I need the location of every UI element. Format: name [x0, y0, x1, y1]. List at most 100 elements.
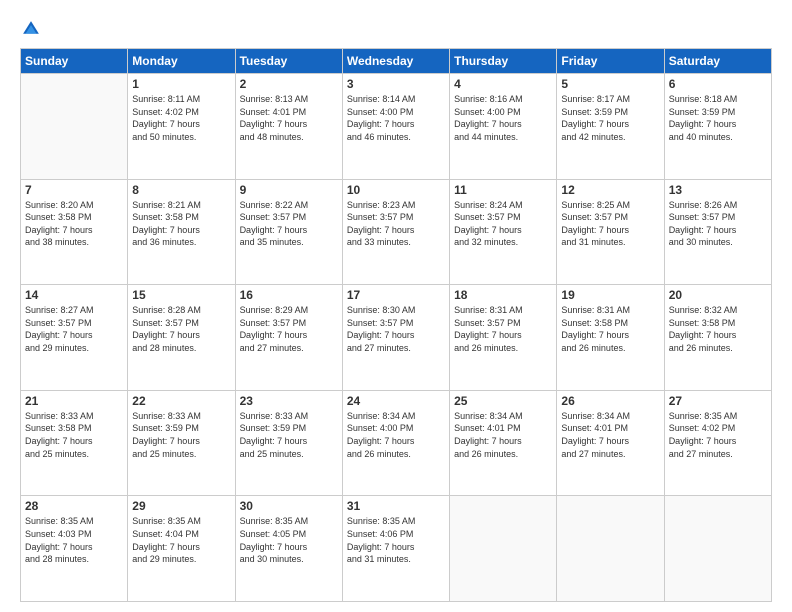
- day-cell: [450, 496, 557, 602]
- day-number: 29: [132, 499, 230, 513]
- week-row-3: 21 Sunrise: 8:33 AM Sunset: 3:58 PM Dayli…: [21, 390, 772, 496]
- day-cell: 14 Sunrise: 8:27 AM Sunset: 3:57 PM Dayli…: [21, 285, 128, 391]
- header-row: SundayMondayTuesdayWednesdayThursdayFrid…: [21, 49, 772, 74]
- day-info: Sunrise: 8:11 AM Sunset: 4:02 PM Dayligh…: [132, 93, 230, 143]
- day-cell: 23 Sunrise: 8:33 AM Sunset: 3:59 PM Dayli…: [235, 390, 342, 496]
- day-number: 31: [347, 499, 445, 513]
- day-cell: 17Sunrise: 8:30 AM Sunset: 3:57 PM Dayli…: [342, 285, 449, 391]
- day-number: 11: [454, 183, 552, 197]
- day-info: Sunrise: 8:27 AM Sunset: 3:57 PM Dayligh…: [25, 304, 123, 354]
- calendar-header: SundayMondayTuesdayWednesdayThursdayFrid…: [21, 49, 772, 74]
- header-day-friday: Friday: [557, 49, 664, 74]
- day-cell: 20 Sunrise: 8:32 AM Sunset: 3:58 PM Dayli…: [664, 285, 771, 391]
- day-info: Sunrise: 8:34 AM Sunset: 4:01 PM Dayligh…: [454, 410, 552, 460]
- day-info: Sunrise: 8:14 AM Sunset: 4:00 PM Dayligh…: [347, 93, 445, 143]
- day-number: 12: [561, 183, 659, 197]
- day-number: 21: [25, 394, 123, 408]
- header-day-wednesday: Wednesday: [342, 49, 449, 74]
- day-cell: 2 Sunrise: 8:13 AM Sunset: 4:01 PM Daylig…: [235, 74, 342, 180]
- day-number: 20: [669, 288, 767, 302]
- day-cell: 21 Sunrise: 8:33 AM Sunset: 3:58 PM Dayli…: [21, 390, 128, 496]
- day-number: 2: [240, 77, 338, 91]
- day-cell: 13 Sunrise: 8:26 AM Sunset: 3:57 PM Dayli…: [664, 179, 771, 285]
- day-cell: [664, 496, 771, 602]
- day-number: 8: [132, 183, 230, 197]
- day-cell: 1 Sunrise: 8:11 AM Sunset: 4:02 PM Daylig…: [128, 74, 235, 180]
- calendar-table: SundayMondayTuesdayWednesdayThursdayFrid…: [20, 48, 772, 602]
- day-number: 16: [240, 288, 338, 302]
- week-row-1: 7 Sunrise: 8:20 AM Sunset: 3:58 PM Daylig…: [21, 179, 772, 285]
- logo: [20, 18, 44, 40]
- header-day-saturday: Saturday: [664, 49, 771, 74]
- day-info: Sunrise: 8:33 AM Sunset: 3:59 PM Dayligh…: [132, 410, 230, 460]
- day-cell: 5 Sunrise: 8:17 AM Sunset: 3:59 PM Daylig…: [557, 74, 664, 180]
- day-number: 14: [25, 288, 123, 302]
- day-number: 13: [669, 183, 767, 197]
- day-info: Sunrise: 8:13 AM Sunset: 4:01 PM Dayligh…: [240, 93, 338, 143]
- day-number: 7: [25, 183, 123, 197]
- day-cell: 18 Sunrise: 8:31 AM Sunset: 3:57 PM Dayli…: [450, 285, 557, 391]
- day-info: Sunrise: 8:33 AM Sunset: 3:58 PM Dayligh…: [25, 410, 123, 460]
- day-info: Sunrise: 8:35 AM Sunset: 4:02 PM Dayligh…: [669, 410, 767, 460]
- header-day-sunday: Sunday: [21, 49, 128, 74]
- day-cell: 6Sunrise: 8:18 AM Sunset: 3:59 PM Daylig…: [664, 74, 771, 180]
- day-cell: 25 Sunrise: 8:34 AM Sunset: 4:01 PM Dayli…: [450, 390, 557, 496]
- day-info: Sunrise: 8:35 AM Sunset: 4:05 PM Dayligh…: [240, 515, 338, 565]
- day-cell: 19 Sunrise: 8:31 AM Sunset: 3:58 PM Dayli…: [557, 285, 664, 391]
- day-number: 26: [561, 394, 659, 408]
- day-info: Sunrise: 8:20 AM Sunset: 3:58 PM Dayligh…: [25, 199, 123, 249]
- day-info: Sunrise: 8:22 AM Sunset: 3:57 PM Dayligh…: [240, 199, 338, 249]
- day-number: 22: [132, 394, 230, 408]
- day-cell: 4 Sunrise: 8:16 AM Sunset: 4:00 PM Daylig…: [450, 74, 557, 180]
- day-info: Sunrise: 8:33 AM Sunset: 3:59 PM Dayligh…: [240, 410, 338, 460]
- day-info: Sunrise: 8:35 AM Sunset: 4:04 PM Dayligh…: [132, 515, 230, 565]
- day-number: 19: [561, 288, 659, 302]
- day-info: Sunrise: 8:26 AM Sunset: 3:57 PM Dayligh…: [669, 199, 767, 249]
- day-info: Sunrise: 8:29 AM Sunset: 3:57 PM Dayligh…: [240, 304, 338, 354]
- day-cell: 27 Sunrise: 8:35 AM Sunset: 4:02 PM Dayli…: [664, 390, 771, 496]
- day-cell: 31 Sunrise: 8:35 AM Sunset: 4:06 PM Dayli…: [342, 496, 449, 602]
- day-info: Sunrise: 8:18 AM Sunset: 3:59 PM Dayligh…: [669, 93, 767, 143]
- day-info: Sunrise: 8:31 AM Sunset: 3:58 PM Dayligh…: [561, 304, 659, 354]
- header-day-tuesday: Tuesday: [235, 49, 342, 74]
- day-cell: 15Sunrise: 8:28 AM Sunset: 3:57 PM Dayli…: [128, 285, 235, 391]
- day-cell: 12 Sunrise: 8:25 AM Sunset: 3:57 PM Dayli…: [557, 179, 664, 285]
- calendar-body: 1 Sunrise: 8:11 AM Sunset: 4:02 PM Daylig…: [21, 74, 772, 602]
- day-info: Sunrise: 8:25 AM Sunset: 3:57 PM Dayligh…: [561, 199, 659, 249]
- day-number: 18: [454, 288, 552, 302]
- day-number: 4: [454, 77, 552, 91]
- day-number: 25: [454, 394, 552, 408]
- day-cell: 24 Sunrise: 8:34 AM Sunset: 4:00 PM Dayli…: [342, 390, 449, 496]
- day-cell: 22 Sunrise: 8:33 AM Sunset: 3:59 PM Dayli…: [128, 390, 235, 496]
- day-cell: 26Sunrise: 8:34 AM Sunset: 4:01 PM Dayli…: [557, 390, 664, 496]
- day-number: 15: [132, 288, 230, 302]
- day-number: 27: [669, 394, 767, 408]
- day-info: Sunrise: 8:35 AM Sunset: 4:03 PM Dayligh…: [25, 515, 123, 565]
- day-cell: 8 Sunrise: 8:21 AM Sunset: 3:58 PM Daylig…: [128, 179, 235, 285]
- day-cell: 10Sunrise: 8:23 AM Sunset: 3:57 PM Dayli…: [342, 179, 449, 285]
- header-day-thursday: Thursday: [450, 49, 557, 74]
- day-info: Sunrise: 8:16 AM Sunset: 4:00 PM Dayligh…: [454, 93, 552, 143]
- header: [20, 18, 772, 40]
- day-info: Sunrise: 8:34 AM Sunset: 4:00 PM Dayligh…: [347, 410, 445, 460]
- day-info: Sunrise: 8:30 AM Sunset: 3:57 PM Dayligh…: [347, 304, 445, 354]
- page: SundayMondayTuesdayWednesdayThursdayFrid…: [0, 0, 792, 612]
- week-row-0: 1 Sunrise: 8:11 AM Sunset: 4:02 PM Daylig…: [21, 74, 772, 180]
- day-info: Sunrise: 8:17 AM Sunset: 3:59 PM Dayligh…: [561, 93, 659, 143]
- day-number: 28: [25, 499, 123, 513]
- day-info: Sunrise: 8:31 AM Sunset: 3:57 PM Dayligh…: [454, 304, 552, 354]
- day-cell: [21, 74, 128, 180]
- day-number: 5: [561, 77, 659, 91]
- day-number: 9: [240, 183, 338, 197]
- day-info: Sunrise: 8:21 AM Sunset: 3:58 PM Dayligh…: [132, 199, 230, 249]
- day-info: Sunrise: 8:32 AM Sunset: 3:58 PM Dayligh…: [669, 304, 767, 354]
- day-number: 1: [132, 77, 230, 91]
- day-number: 23: [240, 394, 338, 408]
- day-number: 24: [347, 394, 445, 408]
- day-cell: 11Sunrise: 8:24 AM Sunset: 3:57 PM Dayli…: [450, 179, 557, 285]
- week-row-2: 14 Sunrise: 8:27 AM Sunset: 3:57 PM Dayli…: [21, 285, 772, 391]
- day-cell: [557, 496, 664, 602]
- day-cell: 29 Sunrise: 8:35 AM Sunset: 4:04 PM Dayli…: [128, 496, 235, 602]
- day-info: Sunrise: 8:35 AM Sunset: 4:06 PM Dayligh…: [347, 515, 445, 565]
- day-number: 10: [347, 183, 445, 197]
